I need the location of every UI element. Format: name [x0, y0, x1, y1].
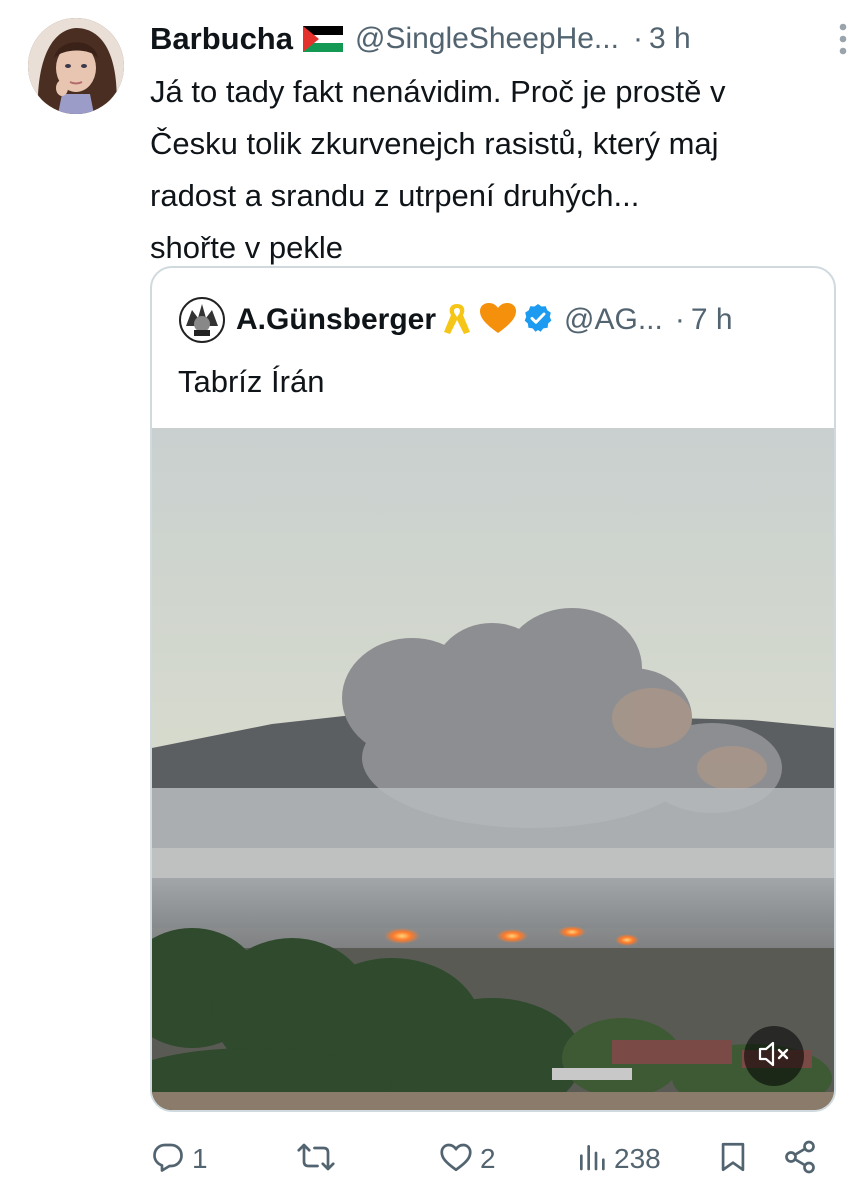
bookmark-icon — [716, 1139, 750, 1180]
like-count: 2 — [480, 1143, 496, 1174]
avatar[interactable] — [28, 18, 124, 114]
verified-badge-icon — [522, 302, 554, 339]
timestamp[interactable]: 3 h — [649, 22, 691, 56]
share-icon — [782, 1139, 818, 1180]
mute-button[interactable] — [744, 1026, 804, 1086]
views-button[interactable]: 238 — [576, 1134, 661, 1184]
repost-icon — [296, 1139, 336, 1180]
reply-count: 1 — [192, 1143, 208, 1174]
time-separator: · — [632, 22, 643, 55]
views-chart-icon — [576, 1141, 608, 1178]
reply-button[interactable]: 1 — [150, 1134, 208, 1184]
like-button[interactable]: 2 — [438, 1134, 496, 1184]
heart-icon — [438, 1139, 474, 1180]
bookmark-button[interactable] — [716, 1134, 750, 1184]
quoted-timestamp[interactable]: 7 h — [691, 303, 733, 337]
tweet-text-line: Já to tady fakt nenávidim. Proč je prost… — [150, 74, 726, 109]
author-name[interactable]: Barbucha — [150, 21, 293, 57]
tweet-text-line: radost a srandu z utrpení druhých... — [150, 178, 640, 213]
orange-heart-icon — [478, 301, 518, 340]
yellow-ribbon-icon — [440, 300, 474, 341]
tweet[interactable]: Barbucha @SingleSheepHe... · 3 h Já to t… — [0, 0, 865, 1200]
tweet-header: Barbucha @SingleSheepHe... · 3 h — [150, 14, 847, 64]
quoted-tweet-header: A.Günsberger @AG... · 7 h — [178, 294, 814, 346]
more-options-icon[interactable] — [837, 22, 849, 56]
quoted-author-name[interactable]: A.Günsberger — [236, 303, 436, 337]
reply-icon — [150, 1139, 186, 1180]
view-count: 238 — [614, 1143, 661, 1174]
tweet-text-line: Česku tolik zkurvenejch rasistů, který m… — [150, 126, 719, 161]
video-frame — [152, 428, 834, 1110]
share-button[interactable] — [782, 1134, 818, 1184]
quoted-time-separator: · — [674, 303, 685, 336]
quoted-tweet[interactable]: A.Günsberger @AG... · 7 h Tabríz Írán — [150, 266, 836, 1112]
palestine-flag-icon — [302, 26, 343, 52]
tweet-actions: 1 2 238 — [150, 1134, 830, 1184]
repost-button[interactable] — [296, 1134, 342, 1184]
tweet-text: Já to tady fakt nenávidim. Proč je prost… — [150, 66, 850, 274]
quoted-avatar[interactable] — [178, 296, 226, 344]
quoted-tweet-text: Tabríz Írán — [178, 364, 325, 399]
speaker-muted-icon — [757, 1039, 791, 1074]
quoted-author-handle[interactable]: @AG... — [564, 303, 663, 337]
video-player[interactable] — [152, 428, 834, 1110]
author-handle[interactable]: @SingleSheepHe... — [355, 22, 619, 56]
